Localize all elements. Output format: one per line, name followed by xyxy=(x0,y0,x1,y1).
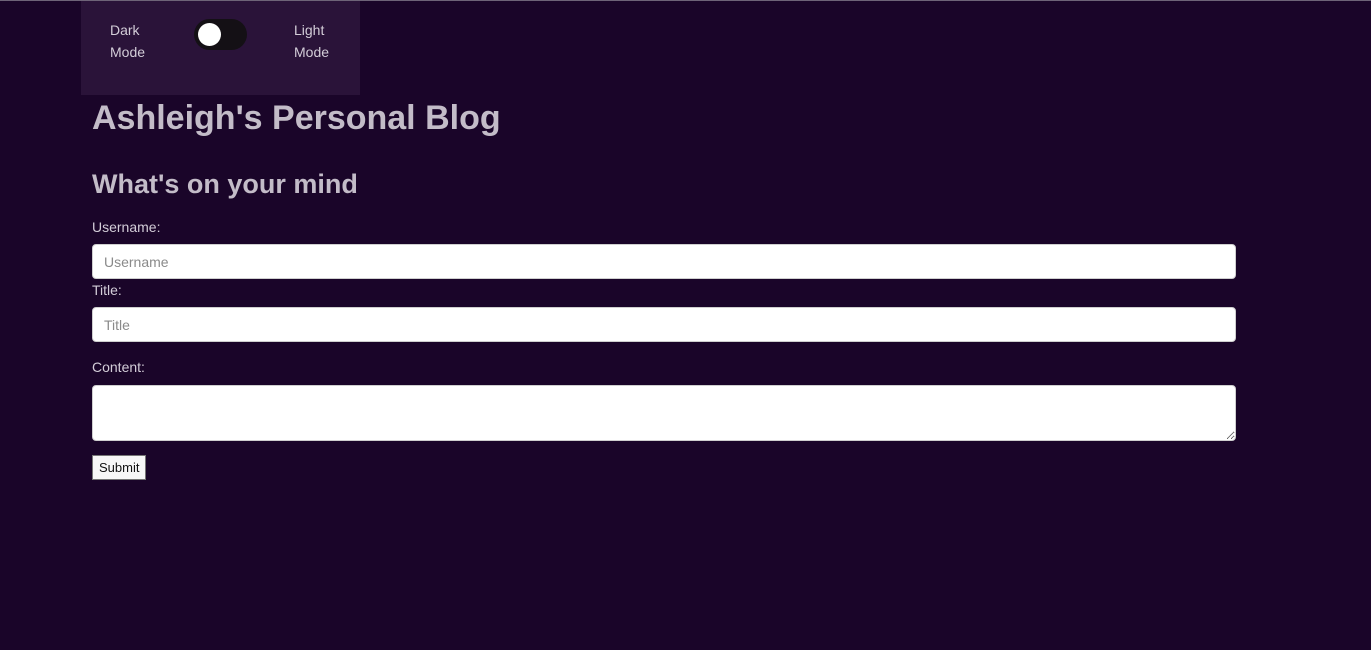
dark-mode-label: Dark Mode xyxy=(110,22,146,60)
submit-button[interactable]: Submit xyxy=(92,455,147,480)
form-heading: What's on your mind xyxy=(92,169,358,199)
main-content: Ashleigh's Personal Blog What's on your … xyxy=(92,96,1236,480)
light-mode-label: Light Mode xyxy=(294,22,330,60)
toggle-knob xyxy=(198,23,221,46)
page-title: Ashleigh's Personal Blog xyxy=(92,99,501,137)
content-label: Content: xyxy=(92,359,145,375)
username-input[interactable] xyxy=(92,244,1236,279)
content-textarea[interactable] xyxy=(92,385,1236,441)
mode-toggle-switch[interactable] xyxy=(194,19,247,50)
username-label: Username: xyxy=(92,219,161,235)
title-input[interactable] xyxy=(92,307,1236,342)
mode-toggle-panel: Dark Mode Light Mode xyxy=(81,1,360,95)
title-label: Title: xyxy=(92,282,122,298)
